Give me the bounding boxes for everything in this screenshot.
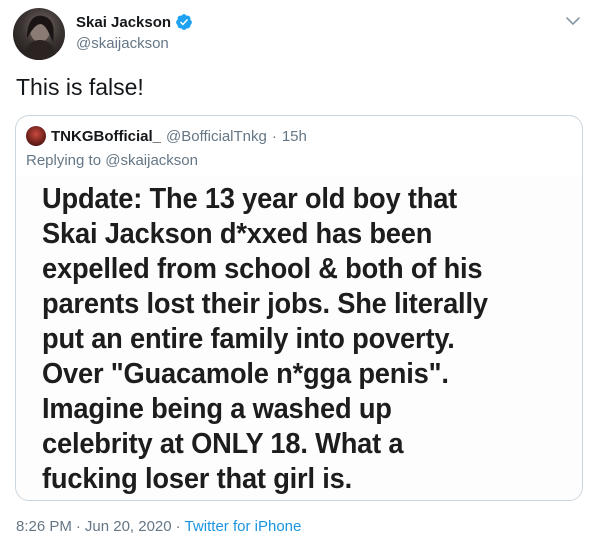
image-text-line: Update: The 13 year old boy that [42,183,458,215]
quoted-author-name: TNKGBofficial_ [51,127,162,145]
tweet-meta: 8:26 PM · Jun 20, 2020 · Twitter for iPh… [16,518,301,535]
author-name-text: Skai Jackson [76,13,172,31]
image-text-line: parents lost their jobs. She literally [42,288,488,320]
replying-mention: @skaijackson [105,152,198,169]
quoted-separator: · [271,127,277,145]
chevron-down-icon[interactable] [563,13,583,29]
tweet-source-link[interactable]: Twitter for iPhone [185,518,302,535]
tweet-time[interactable]: 8:26 PM [16,518,72,535]
avatar[interactable] [13,8,65,60]
quoted-timestamp: 15h [281,127,307,145]
image-text-line: Imagine being a washed up [42,393,392,425]
image-text-line: Over "Guacamole n*gga penis". [42,358,449,390]
image-text-line: put an entire family into poverty. [42,323,455,355]
meta-separator: · [75,518,81,535]
image-text-line: expelled from school & both of his [42,253,483,285]
author-handle[interactable]: @skaijackson [76,35,169,52]
tweet-card: Skai Jackson @skaijackson This is false!… [0,0,595,550]
image-text-line: celebrity at ONLY 18. What a [42,428,404,460]
author-name[interactable]: Skai Jackson [76,13,193,31]
quoted-author-handle: @BofficialTnkg [166,127,267,145]
image-text-line: Skai Jackson d*xxed has been [42,218,433,250]
verified-badge-icon [175,13,193,31]
replying-to: Replying to @skaijackson [26,152,198,169]
quoted-tweet[interactable]: TNKGBofficial_ @BofficialTnkg · 15h Repl… [15,115,583,501]
image-text-line: fucking loser that girl is. [42,463,352,495]
quoted-image: Update: The 13 year old boy that Skai Ja… [16,176,582,500]
replying-prefix: Replying to [26,152,102,169]
tweet-date[interactable]: Jun 20, 2020 [85,518,172,535]
tweet-text: This is false! [16,74,144,100]
avatar-photo [23,15,57,60]
quoted-avatar [26,126,46,146]
quoted-tweet-header: TNKGBofficial_ @BofficialTnkg · 15h [26,126,307,146]
quoted-image-text: Update: The 13 year old boy that Skai Ja… [42,182,531,497]
meta-separator: · [175,518,181,535]
